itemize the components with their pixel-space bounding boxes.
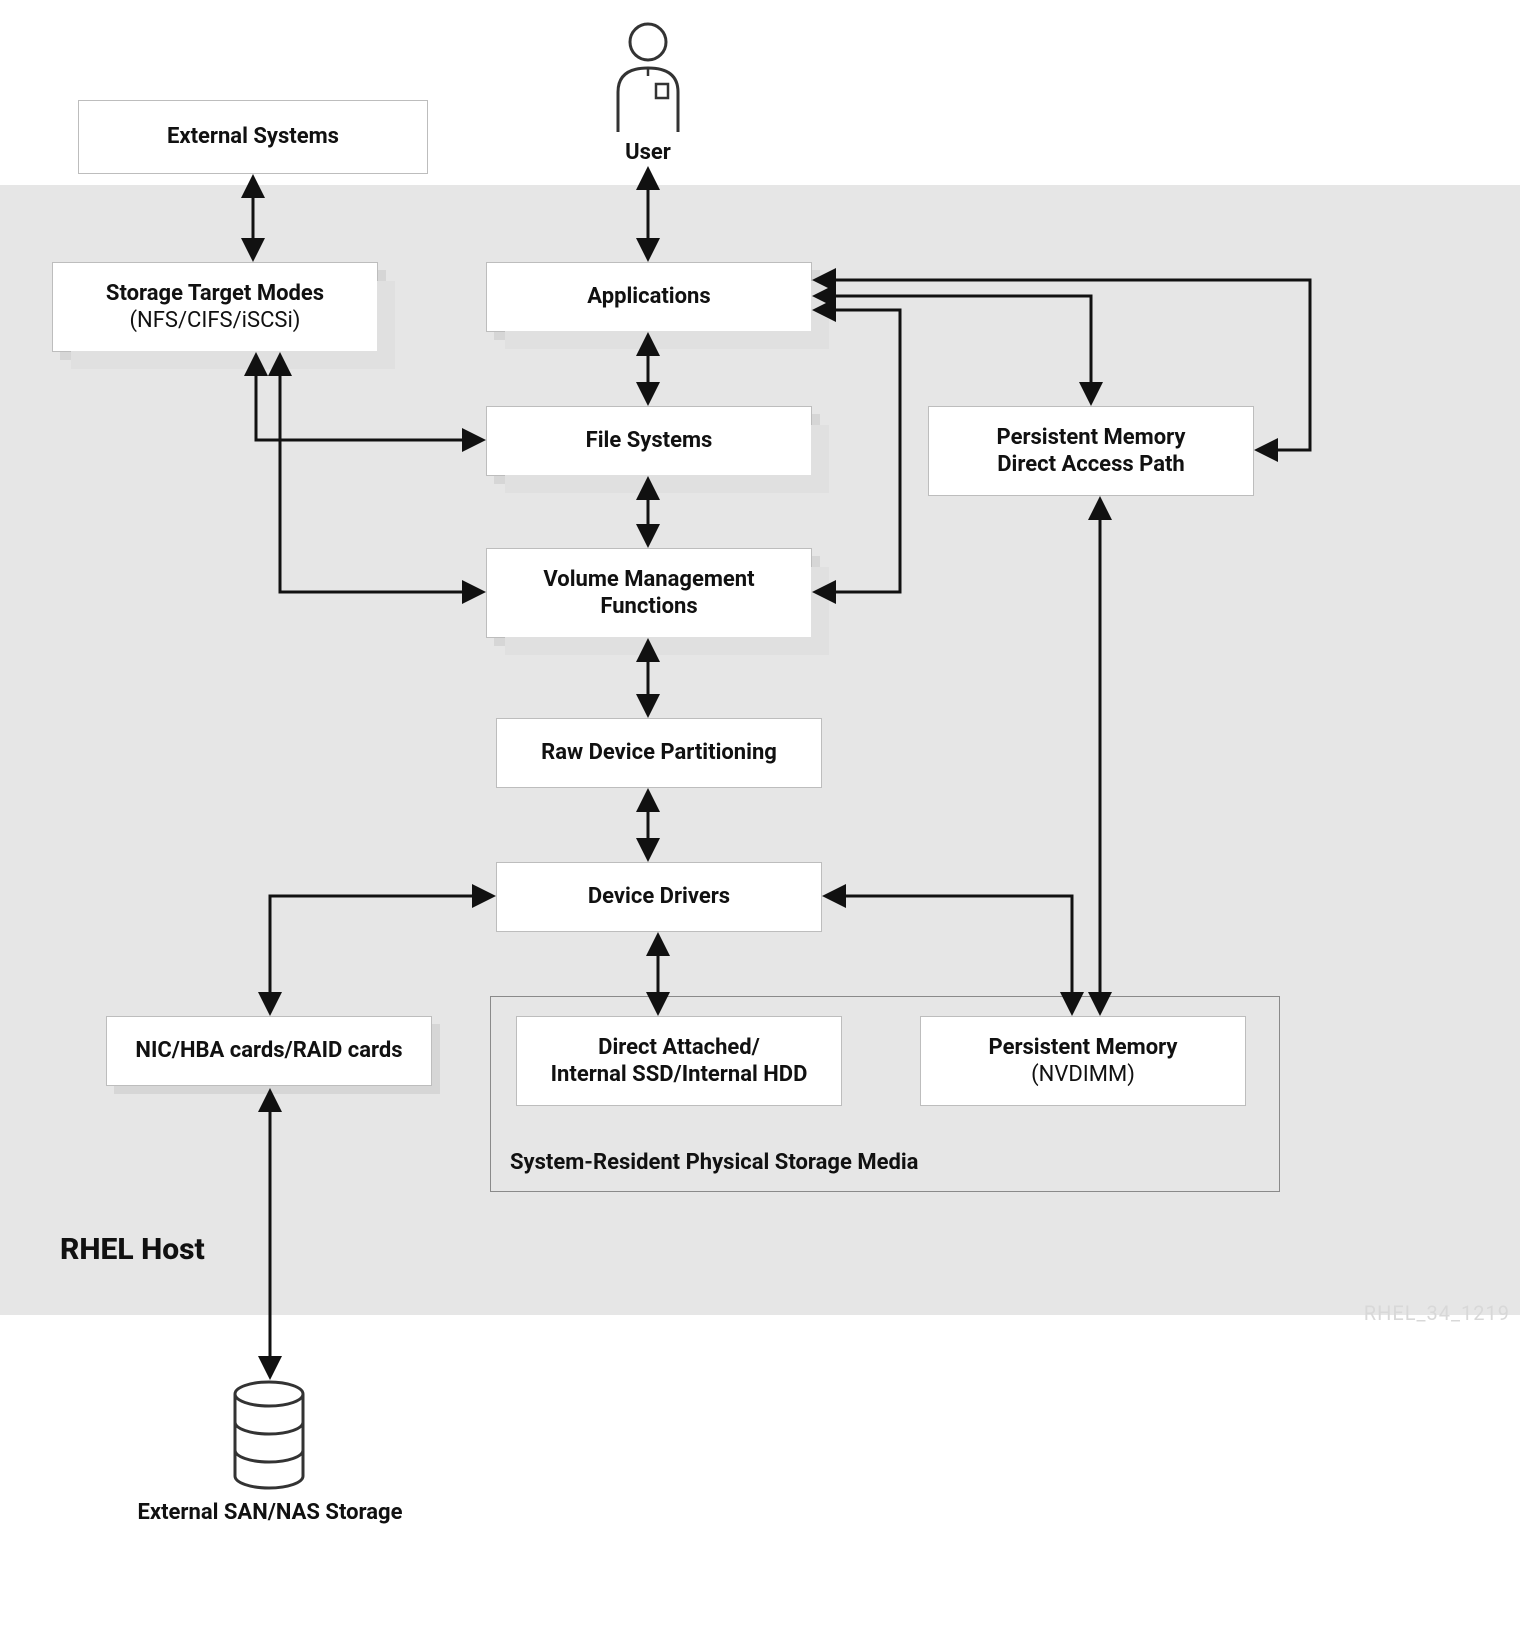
box-raw-partitioning: Raw Device Partitioning (496, 718, 822, 788)
label-storage-target-modes: Storage Target Modes (106, 280, 324, 308)
label-raw-partitioning: Raw Device Partitioning (541, 739, 777, 767)
label-storage-media-frame: System-Resident Physical Storage Media (510, 1150, 918, 1175)
label-nic-hba: NIC/HBA cards/RAID cards (135, 1037, 402, 1065)
box-nic-hba: NIC/HBA cards/RAID cards (106, 1016, 432, 1086)
label-persistent-mem-nvdimm-sub: (NVDIMM) (1031, 1061, 1135, 1089)
label-volume-mgmt-sub: Functions (600, 593, 697, 621)
user-icon (604, 20, 692, 132)
label-rhel-host: RHEL Host (60, 1232, 205, 1267)
label-device-drivers: Device Drivers (588, 883, 730, 911)
label-storage-target-modes-sub: (NFS/CIFS/iSCSi) (130, 307, 301, 335)
box-external-systems: External Systems (78, 100, 428, 174)
box-storage-target-modes: Storage Target Modes (NFS/CIFS/iSCSi) (52, 262, 378, 352)
label-persistent-mem-path-sub: Direct Access Path (997, 451, 1184, 479)
label-direct-attached-sub: Internal SSD/Internal HDD (551, 1061, 808, 1089)
storage-architecture-diagram: External Systems User Storage Target Mod… (0, 0, 1520, 1625)
label-persistent-mem-nvdimm: Persistent Memory (989, 1034, 1178, 1062)
box-direct-attached: Direct Attached/ Internal SSD/Internal H… (516, 1016, 842, 1106)
label-volume-mgmt: Volume Management (543, 566, 754, 594)
box-volume-mgmt: Volume Management Functions (486, 548, 812, 638)
box-persistent-mem-path: Persistent Memory Direct Access Path (928, 406, 1254, 496)
label-user: User (604, 140, 692, 165)
box-file-systems: File Systems (486, 406, 812, 476)
label-applications: Applications (587, 283, 710, 311)
label-external-san: External SAN/NAS Storage (136, 1500, 404, 1525)
box-applications: Applications (486, 262, 812, 332)
label-corner-code: RHEL_34_1219 (1364, 1301, 1510, 1325)
label-external-systems: External Systems (167, 123, 339, 151)
label-file-systems: File Systems (586, 427, 713, 455)
box-device-drivers: Device Drivers (496, 862, 822, 932)
label-persistent-mem-path: Persistent Memory (997, 424, 1186, 452)
box-persistent-mem-nvdimm: Persistent Memory (NVDIMM) (920, 1016, 1246, 1106)
database-icon (230, 1380, 308, 1490)
label-direct-attached: Direct Attached/ (598, 1034, 760, 1062)
